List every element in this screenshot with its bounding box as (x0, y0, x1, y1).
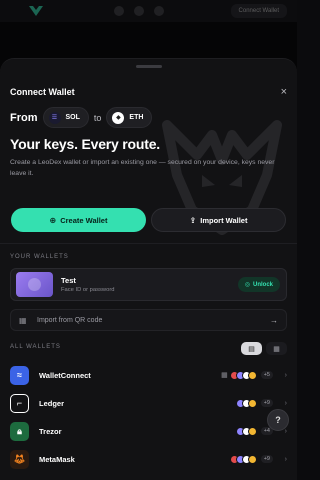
walletconnect-icon: ≈ (10, 365, 29, 385)
brand-logo-icon (28, 5, 44, 17)
list-item[interactable]: ≈ WalletConnect ▦ +5 › (10, 362, 287, 388)
from-token-pill[interactable]: ☰ SOL (42, 107, 89, 128)
from-label: From (10, 111, 38, 124)
view-toggle: ▤ ▦ (241, 342, 287, 355)
list-item[interactable]: ⌐ Ledger +9 › (10, 390, 287, 416)
chain-icon (247, 398, 257, 408)
metamask-icon: 🦊︎ (10, 449, 29, 469)
wallet-thumbnail (16, 272, 53, 297)
supported-chains: +9 (229, 454, 273, 464)
list-item[interactable]: 🦊︎ MetaMask +9 › (10, 446, 287, 472)
more-chains-badge: +9 (260, 455, 273, 463)
wallet-list: ≈ WalletConnect ▦ +5 › ⌐ Ledger +9 › 🔒︎ … (10, 362, 287, 472)
create-wallet-label: Create Wallet (60, 215, 108, 225)
connect-wallet-sheet: Connect Wallet × From ☰ SOL to ◆ ETH You… (0, 58, 297, 480)
help-button[interactable]: ? (267, 409, 289, 431)
fingerprint-icon: ◎ (244, 282, 250, 288)
import-qr-row[interactable]: ▦ Import from QR code → (10, 309, 287, 331)
route-selector: From ☰ SOL to ◆ ETH (10, 107, 153, 128)
plus-circle-icon: ⊕ (49, 215, 57, 225)
unlock-label: Unlock (252, 281, 273, 288)
ledger-icon: ⌐ (10, 393, 29, 413)
qr-code-icon: ▦ (221, 372, 228, 379)
wallet-name: Test (61, 276, 76, 285)
ethereum-icon: ◆ (112, 111, 125, 124)
your-wallets-label: YOUR WALLETS (10, 254, 69, 260)
app-topbar: Connect Wallet (0, 0, 297, 22)
wallet-subtitle: Face ID or password (61, 287, 115, 293)
supported-chains: +9 (235, 398, 273, 408)
to-token-pill[interactable]: ◆ ETH (106, 107, 153, 128)
chevron-right-icon: › (284, 371, 287, 379)
all-wallets-label: ALL WALLETS (10, 344, 61, 350)
qr-code-icon: ▦ (19, 315, 27, 325)
import-qr-label: Import from QR code (37, 316, 103, 324)
grid-view-icon[interactable]: ▦ (266, 342, 287, 355)
sheet-grabber[interactable] (135, 65, 162, 68)
description: Create a LeoDex wallet or import an exis… (10, 159, 275, 177)
topbar-icon[interactable] (134, 6, 144, 16)
import-wallet-button[interactable]: ⇪ Import Wallet (151, 208, 286, 232)
headline: Your keys. Every route. (10, 136, 160, 152)
supported-chains: ▦ +5 (221, 370, 273, 380)
solana-icon: ☰ (48, 111, 61, 124)
import-wallet-label: Import Wallet (200, 215, 248, 225)
from-token-symbol: SOL (65, 114, 80, 121)
list-view-icon[interactable]: ▤ (241, 342, 262, 355)
modal-title: Connect Wallet (10, 87, 75, 97)
wallet-option-name: WalletConnect (39, 370, 91, 380)
wallet-option-name: MetaMask (39, 454, 75, 464)
more-chains-badge: +9 (260, 399, 273, 407)
chevron-right-icon: › (284, 455, 287, 463)
topbar-connect-button[interactable]: Connect Wallet (230, 4, 287, 18)
modal-header: Connect Wallet × (10, 85, 287, 99)
unlock-button[interactable]: ◎ Unlock (237, 277, 280, 292)
chevron-right-icon: › (284, 427, 287, 435)
chevron-right-icon: › (284, 399, 287, 407)
upload-icon: ⇪ (189, 215, 197, 225)
chain-icon (247, 426, 257, 436)
create-wallet-button[interactable]: ⊕ Create Wallet (11, 208, 146, 232)
wallet-option-name: Ledger (39, 398, 65, 408)
more-chains-badge: +5 (260, 371, 273, 379)
wallet-option-name: Trezor (39, 426, 62, 436)
to-token-symbol: ETH (129, 114, 144, 121)
arrow-right-icon: → (270, 315, 278, 325)
chain-icon (247, 370, 257, 380)
saved-wallet-card[interactable]: Test Face ID or password ◎ Unlock (10, 268, 287, 301)
topbar-icon[interactable] (154, 6, 164, 16)
list-item[interactable]: 🔒︎ Trezor +4 › (10, 418, 287, 444)
supported-chains: +4 (235, 426, 273, 436)
close-icon[interactable]: × (281, 86, 287, 98)
divider (0, 243, 297, 244)
to-label: to (93, 112, 102, 123)
chain-icon (247, 454, 257, 464)
topbar-icon[interactable] (114, 6, 124, 16)
trezor-icon: 🔒︎ (10, 421, 29, 441)
